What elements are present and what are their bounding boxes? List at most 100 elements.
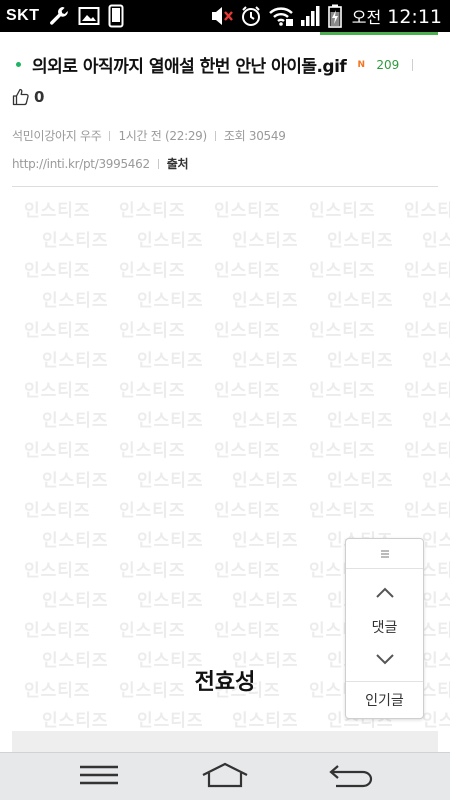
scroll-down-button[interactable] <box>346 647 423 671</box>
watermark-text: 인스티즈 <box>119 261 186 281</box>
watermark-row: 인스티즈 인스티즈 인스티즈 인스티즈 인스티즈 <box>24 256 450 281</box>
chevron-up-icon <box>375 584 395 603</box>
watermark-text: 인스티즈 <box>24 321 91 341</box>
navigation-bar <box>0 752 450 800</box>
floating-nav-panel: 댓글 인기글 <box>345 538 424 719</box>
view-count: 조회 30549 <box>223 129 286 143</box>
post-title: 의외로 아직까지 열애설 한번 안난 아이돌.gif <box>32 57 347 77</box>
post-title-row[interactable]: 의외로 아직까지 열애설 한번 안난 아이돌.gif N 209 <box>14 52 444 77</box>
watermark-text: 인스티즈 <box>309 261 376 281</box>
watermark-text: 인스티즈 <box>24 441 91 461</box>
watermark-text: 인스티즈 <box>232 711 299 731</box>
watermark-text: 인스티즈 <box>327 231 394 251</box>
watermark-text: 인스티즈 <box>309 381 376 401</box>
signal-icon <box>300 5 322 27</box>
menu-button[interactable] <box>54 753 144 800</box>
like-button[interactable]: 0 <box>12 88 44 106</box>
watermark-text: 인스티즈 <box>137 411 204 431</box>
watermark-text: 인스티즈 <box>422 231 450 251</box>
watermark-text: 인스티즈 <box>422 591 450 611</box>
watermark-row: 인스티즈 인스티즈 인스티즈 인스티즈 인스티즈 <box>42 286 450 311</box>
watermark-text: 인스티즈 <box>309 201 376 221</box>
next-content-strip <box>12 731 438 753</box>
wifi-icon <box>268 5 294 27</box>
watermark-text: 인스티즈 <box>214 381 281 401</box>
comment-count[interactable]: 209 <box>376 58 399 72</box>
new-badge: N <box>357 59 366 70</box>
home-icon <box>201 762 249 792</box>
watermark-text: 인스티즈 <box>309 321 376 341</box>
watermark-text: 인스티즈 <box>327 291 394 311</box>
watermark-text: 인스티즈 <box>119 201 186 221</box>
watermark-text: 인스티즈 <box>232 471 299 491</box>
watermark-text: 인스티즈 <box>232 291 299 311</box>
watermark-text: 인스티즈 <box>119 621 186 641</box>
watermark-row: 인스티즈 인스티즈 인스티즈 인스티즈 인스티즈 <box>24 196 450 221</box>
source-label[interactable]: 출처 <box>167 155 189 172</box>
watermark-text: 인스티즈 <box>422 291 450 311</box>
content-divider <box>12 186 438 187</box>
watermark-text: 인스티즈 <box>42 591 109 611</box>
watermark-text: 인스티즈 <box>327 411 394 431</box>
watermark-row: 인스티즈 인스티즈 인스티즈 인스티즈 인스티즈 <box>24 316 450 341</box>
watermark-row: 인스티즈 인스티즈 인스티즈 인스티즈 인스티즈 <box>24 376 450 401</box>
watermark-text: 인스티즈 <box>42 291 109 311</box>
author-name[interactable]: 석민이강아지 우주 <box>12 127 102 144</box>
watermark-text: 인스티즈 <box>137 531 204 551</box>
watermark-text: 인스티즈 <box>422 531 450 551</box>
post-link-row: http://inti.kr/pt/3995462 출처 <box>12 155 189 172</box>
back-button[interactable] <box>306 753 396 800</box>
status-bar: SKT 오전 12:11 <box>0 0 450 32</box>
am-pm-label: 오전 <box>351 8 382 27</box>
watermark-text: 인스티즈 <box>119 321 186 341</box>
watermark-text: 인스티즈 <box>24 561 91 581</box>
watermark-text: 인스티즈 <box>137 711 204 731</box>
watermark-text: 인스티즈 <box>327 471 394 491</box>
comments-button[interactable]: 댓글 <box>346 617 423 637</box>
home-button[interactable] <box>180 753 270 800</box>
popular-posts-button[interactable]: 인기글 <box>346 681 423 718</box>
watermark-text: 인스티즈 <box>232 351 299 371</box>
watermark-text: 인스티즈 <box>404 261 450 281</box>
top-accent-line <box>320 32 438 35</box>
watermark-row: 인스티즈 인스티즈 인스티즈 인스티즈 인스티즈 <box>24 436 450 461</box>
watermark-text: 인스티즈 <box>137 471 204 491</box>
watermark-text: 인스티즈 <box>42 711 109 731</box>
image-icon <box>78 6 100 26</box>
watermark-text: 인스티즈 <box>422 711 450 731</box>
battery-charging-icon <box>327 4 342 28</box>
watermark-text: 인스티즈 <box>232 231 299 251</box>
hamburger-icon <box>379 544 391 563</box>
watermark-text: 인스티즈 <box>214 321 281 341</box>
title-bullet <box>16 62 21 67</box>
watermark-text: 인스티즈 <box>422 471 450 491</box>
watermark-text: 인스티즈 <box>214 261 281 281</box>
watermark-text: 인스티즈 <box>24 261 91 281</box>
watermark-text: 인스티즈 <box>232 531 299 551</box>
watermark-text: 인스티즈 <box>214 201 281 221</box>
watermark-text: 인스티즈 <box>422 411 450 431</box>
post-meta: 석민이강아지 우주 1시간 전 (22:29) 조회 30549 <box>12 127 286 144</box>
watermark-text: 인스티즈 <box>327 351 394 371</box>
chevron-down-icon <box>375 650 395 669</box>
meta-divider <box>214 130 216 141</box>
watermark-text: 인스티즈 <box>137 351 204 371</box>
watermark-text: 인스티즈 <box>214 501 281 521</box>
watermark-text: 인스티즈 <box>214 561 281 581</box>
mute-icon <box>210 5 234 27</box>
float-menu-button[interactable] <box>346 539 423 569</box>
title-divider <box>412 58 414 71</box>
menu-icon <box>79 764 119 790</box>
alarm-icon <box>240 5 262 27</box>
watermark-text: 인스티즈 <box>119 561 186 581</box>
meta-divider <box>157 158 159 169</box>
watermark-row: 인스티즈 인스티즈 인스티즈 인스티즈 인스티즈 <box>42 346 450 371</box>
clock-time: 12:11 <box>387 6 442 28</box>
watermark-text: 인스티즈 <box>137 291 204 311</box>
watermark-text: 인스티즈 <box>404 441 450 461</box>
scroll-up-button[interactable] <box>346 581 423 605</box>
short-link[interactable]: http://inti.kr/pt/3995462 <box>12 157 150 171</box>
phone-icon <box>108 4 124 28</box>
watermark-text: 인스티즈 <box>42 471 109 491</box>
watermark-text: 인스티즈 <box>42 351 109 371</box>
